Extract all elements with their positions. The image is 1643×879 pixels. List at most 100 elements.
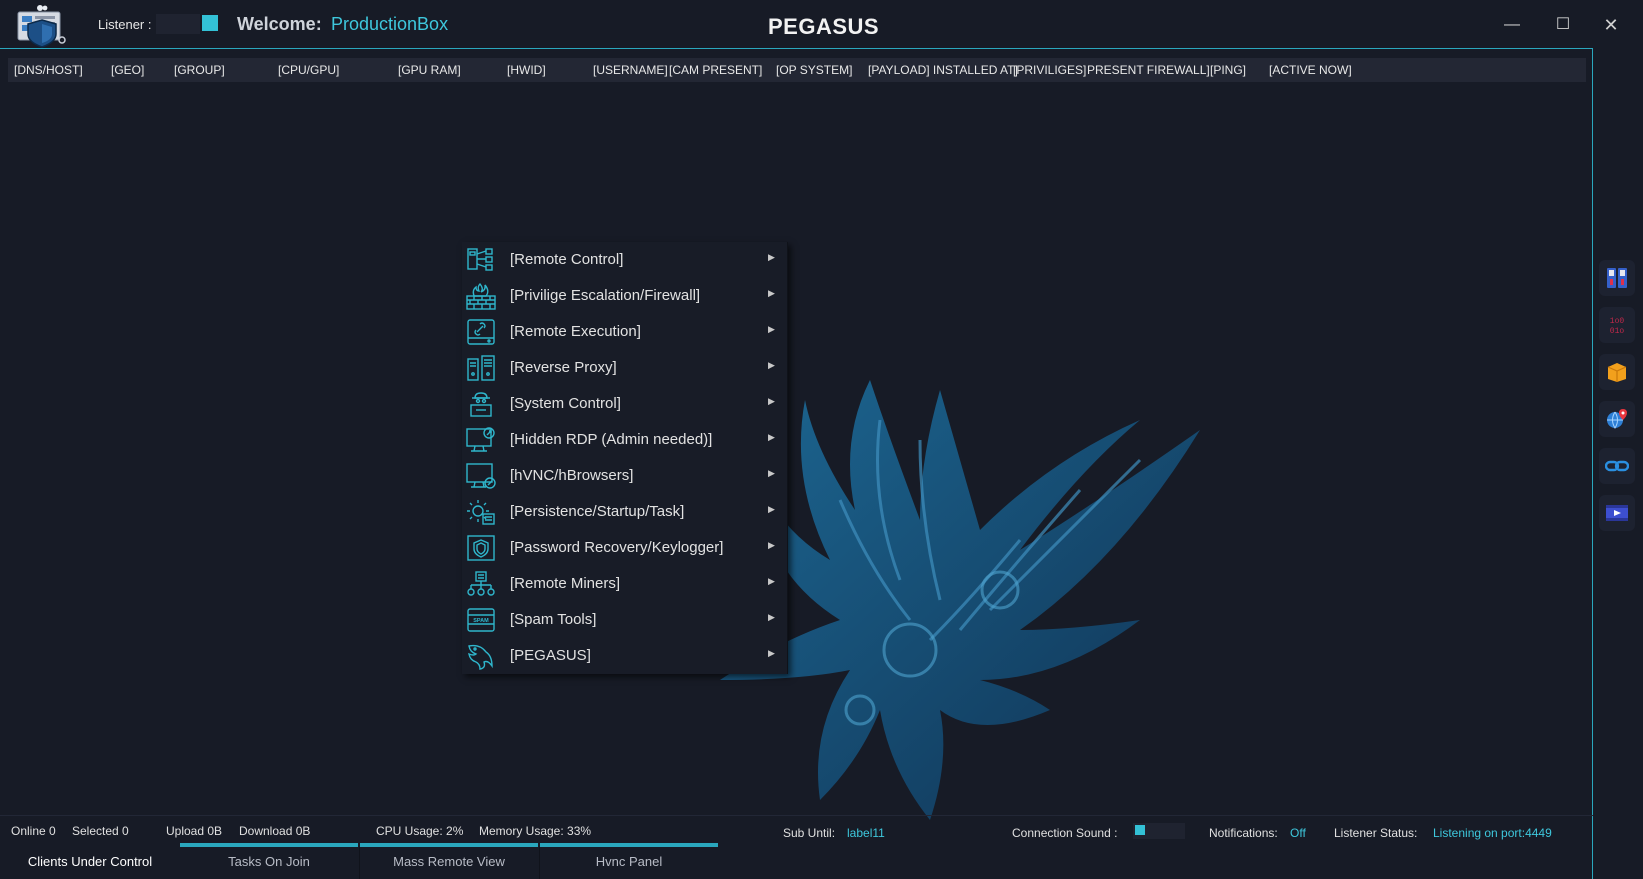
- menu-item-label: [Reverse Proxy]: [510, 359, 617, 376]
- svg-text:SPAM: SPAM: [473, 618, 489, 624]
- tab-clients-under-control[interactable]: Clients Under Control: [0, 843, 180, 879]
- submenu-arrow-icon: ▶: [768, 252, 775, 262]
- column-header-gpu-ram[interactable]: [GPU RAM]: [398, 63, 461, 77]
- close-button[interactable]: ✕: [1596, 12, 1626, 38]
- spam-icon: SPAM: [467, 608, 495, 632]
- hvnc-icon: [466, 463, 496, 489]
- submenu-arrow-icon: ▶: [768, 576, 775, 586]
- minimize-button[interactable]: —: [1497, 12, 1527, 38]
- menu-item-reverse-proxy[interactable]: [Reverse Proxy] ▶: [462, 350, 788, 386]
- column-header-geo[interactable]: [GEO]: [111, 63, 144, 77]
- app-title: PEGASUS: [768, 14, 880, 39]
- column-header-cpu-gpu[interactable]: [CPU/GPU]: [278, 63, 339, 77]
- listener-toggle[interactable]: [202, 15, 218, 31]
- submenu-arrow-icon: ▶: [768, 288, 775, 298]
- submenu-arrow-icon: ▶: [768, 504, 775, 514]
- column-header-group[interactable]: [GROUP]: [174, 63, 225, 77]
- file-manager-button[interactable]: [1599, 260, 1635, 296]
- password-shield-icon: [467, 535, 495, 561]
- connection-sound-label: Connection Sound :: [1012, 826, 1118, 840]
- binary-icon: 1o0 01o: [1610, 317, 1625, 336]
- video-tool-button[interactable]: [1599, 495, 1635, 531]
- menu-item-label: [System Control]: [510, 395, 621, 412]
- listener-port-field[interactable]: [156, 14, 200, 34]
- column-header-ping[interactable]: [PING]: [1210, 63, 1246, 77]
- link-tool-button[interactable]: [1599, 448, 1635, 484]
- menu-item-pegasus[interactable]: [PEGASUS] ▶: [462, 638, 788, 674]
- online-count: Online 0: [11, 824, 56, 838]
- package-tool-button[interactable]: [1599, 354, 1635, 390]
- menu-item-remote-execution[interactable]: [Remote Execution] ▶: [462, 314, 788, 350]
- column-header-firewall[interactable]: PRESENT FIREWALL]: [1087, 63, 1210, 77]
- menu-item-spam-tools[interactable]: SPAM [Spam Tools] ▶: [462, 602, 788, 638]
- app-logo-icon: [17, 5, 66, 48]
- client-context-menu: [Remote Control] ▶ [Privilige Escalation…: [462, 242, 788, 674]
- toggle-knob: [1135, 825, 1145, 835]
- column-header-hwid[interactable]: [HWID]: [507, 63, 546, 77]
- submenu-arrow-icon: ▶: [768, 540, 775, 550]
- globe-pin-icon: [1607, 409, 1627, 429]
- pegasus-phoenix-artwork: [720, 380, 1200, 820]
- hidden-rdp-icon: [466, 427, 495, 452]
- submenu-arrow-icon: ▶: [768, 396, 775, 406]
- menu-item-label: [Remote Miners]: [510, 575, 621, 592]
- menu-item-hidden-rdp[interactable]: [Hidden RDP (Admin needed)] ▶: [462, 422, 788, 458]
- upload-total: Upload 0B: [166, 824, 223, 838]
- package-box-icon: [1607, 363, 1627, 382]
- menu-item-remote-control[interactable]: [Remote Control] ▶: [462, 242, 788, 278]
- bottom-tabs: Clients Under Control Tasks On Join Mass…: [0, 843, 1593, 879]
- notifications-label: Notifications:: [1209, 826, 1278, 840]
- menu-item-label: [Password Recovery/Keylogger]: [510, 539, 724, 556]
- connection-sound-toggle[interactable]: [1133, 823, 1185, 839]
- menu-item-label: [Privilige Escalation/Firewall]: [510, 287, 701, 304]
- pegasus-icon: [468, 644, 493, 670]
- tab-hvnc-panel[interactable]: Hvnc Panel: [540, 843, 718, 879]
- binary-tool-button[interactable]: 1o0 01o: [1599, 307, 1635, 343]
- column-header-op-system[interactable]: [OP SYSTEM]: [776, 63, 852, 77]
- file-cabinet-icon: [1607, 268, 1627, 288]
- submenu-arrow-icon: ▶: [768, 468, 775, 478]
- menu-item-password-recovery[interactable]: [Password Recovery/Keylogger] ▶: [462, 530, 788, 566]
- menu-item-persistence[interactable]: [Persistence/Startup/Task] ▶: [462, 494, 788, 530]
- svg-text:1o0: 1o0: [1610, 317, 1625, 326]
- sub-until-label: Sub Until:: [783, 826, 836, 840]
- persistence-gear-icon: [467, 500, 495, 525]
- submenu-arrow-icon: ▶: [768, 648, 775, 658]
- column-header-active-now[interactable]: [ACTIVE NOW]: [1269, 63, 1352, 77]
- menu-item-hvnc[interactable]: [hVNC/hBrowsers] ▶: [462, 458, 788, 494]
- svg-text:01o: 01o: [1610, 327, 1625, 336]
- menu-item-remote-miners[interactable]: [Remote Miners] ▶: [462, 566, 788, 602]
- column-header-cam-present[interactable]: [CAM PRESENT]: [669, 63, 762, 77]
- menu-item-label: [Remote Execution]: [510, 323, 641, 340]
- username-label: ProductionBox: [331, 14, 449, 34]
- column-header-payload[interactable]: [PAYLOAD] INSTALLED AT]: [868, 63, 1018, 77]
- tab-divider: [359, 847, 360, 879]
- menu-item-system-control[interactable]: [System Control] ▶: [462, 386, 788, 422]
- menu-item-label: [Spam Tools]: [510, 611, 597, 628]
- column-header-priviliges[interactable]: [PRIVILIGES]: [1013, 63, 1086, 77]
- menu-item-label: [Hidden RDP (Admin needed)]: [510, 431, 713, 448]
- welcome-label: Welcome:: [237, 14, 322, 34]
- maximize-button[interactable]: ☐: [1548, 12, 1578, 38]
- remote-control-icon: [467, 248, 493, 271]
- client-table-header: [DNS/HOST] [GEO] [GROUP] [CPU/GPU] [GPU …: [8, 58, 1586, 82]
- link-icon: [1605, 460, 1629, 472]
- remote-execution-icon: [467, 319, 495, 345]
- menu-item-label: [Persistence/Startup/Task]: [510, 503, 685, 520]
- tab-tasks-on-join[interactable]: Tasks On Join: [180, 843, 358, 879]
- tab-mass-remote-view[interactable]: Mass Remote View: [360, 843, 538, 879]
- notifications-value[interactable]: Off: [1290, 826, 1306, 840]
- sub-until-value: label11: [847, 826, 885, 840]
- title-bar: Listener : Welcome: ProductionBox PEGASU…: [0, 0, 1643, 48]
- submenu-arrow-icon: ▶: [768, 360, 775, 370]
- column-header-dns[interactable]: [DNS/HOST]: [14, 63, 83, 77]
- submenu-arrow-icon: ▶: [768, 432, 775, 442]
- submenu-arrow-icon: ▶: [768, 612, 775, 622]
- column-header-username[interactable]: [USERNAME]: [593, 63, 668, 77]
- menu-item-privilege-escalation[interactable]: [Privilige Escalation/Firewall] ▶: [462, 278, 788, 314]
- selected-count: Selected 0: [72, 824, 129, 838]
- submenu-arrow-icon: ▶: [768, 324, 775, 334]
- geo-location-button[interactable]: [1599, 401, 1635, 437]
- reverse-proxy-icon: [467, 355, 495, 381]
- memory-usage: Memory Usage: 33%: [479, 824, 592, 838]
